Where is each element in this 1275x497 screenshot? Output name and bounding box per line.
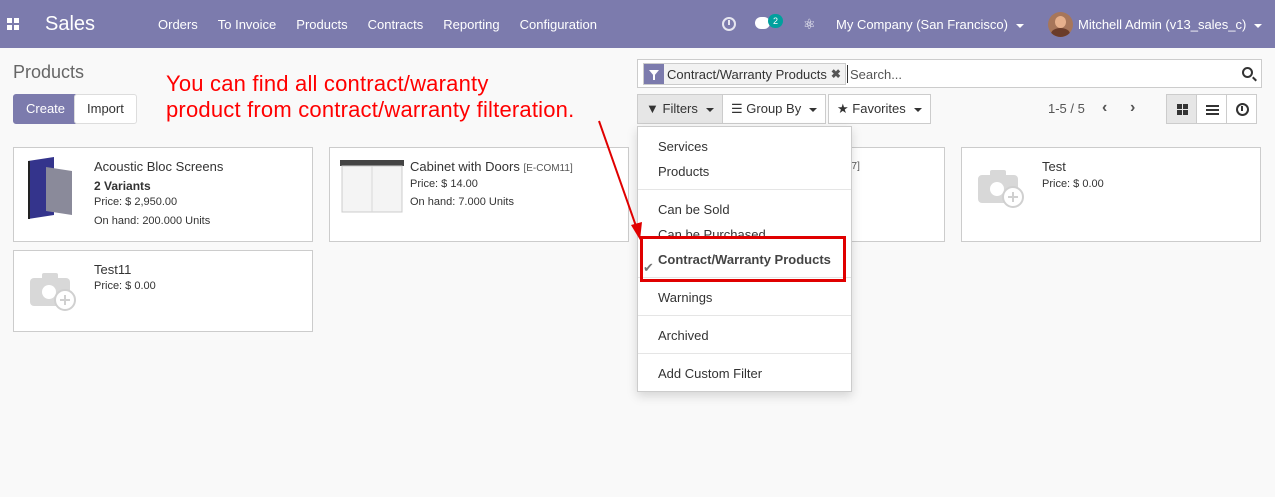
card-title: Acoustic Bloc Screens (94, 159, 224, 174)
favorites-button[interactable]: ★ Favorites (828, 94, 931, 124)
card-on-hand: On hand: 7.000 Units (410, 196, 514, 208)
highlight-box (640, 236, 846, 282)
product-card[interactable]: Acoustic Bloc Screens 2 Variants Price: … (13, 147, 313, 242)
clock-icon (1236, 103, 1249, 116)
chat-badge: 2 (768, 14, 784, 28)
bars-icon: ☰ (731, 101, 743, 116)
company-name: My Company (San Francisco) (836, 17, 1008, 32)
create-button[interactable]: Create (13, 94, 79, 124)
card-on-hand: On hand: 200.000 Units (94, 215, 211, 227)
menu-reporting[interactable]: Reporting (433, 0, 509, 48)
search-input[interactable] (847, 65, 1227, 83)
top-navbar: Sales Orders To Invoice Products Contrac… (0, 0, 1275, 48)
menu-configuration[interactable]: Configuration (510, 0, 607, 48)
filter-icon: ▼ (646, 101, 659, 116)
chevron-down-icon (705, 107, 714, 112)
card-title: Test11 (94, 262, 132, 277)
search-facet[interactable]: Contract/Warranty Products ✖ (643, 63, 846, 85)
view-switcher (1166, 94, 1257, 124)
menu-to-invoice[interactable]: To Invoice (208, 0, 287, 48)
card-price: Price: $ 0.00 (94, 280, 156, 292)
facet-label: Contract/Warranty Products (667, 66, 827, 82)
menu-products[interactable]: Products (286, 0, 357, 48)
filter-can-be-sold[interactable]: Can be Sold (658, 202, 730, 217)
card-reference: [E-COM11] (523, 163, 573, 174)
chevron-down-icon (1015, 23, 1024, 28)
product-image (28, 157, 72, 219)
company-switcher[interactable]: My Company (San Francisco) (836, 0, 1024, 48)
filters-button[interactable]: ▼ Filters (637, 94, 723, 124)
divider (638, 353, 851, 354)
user-name: Mitchell Admin (v13_sales_c) (1078, 17, 1247, 32)
main-menu: Orders To Invoice Products Contracts Rep… (148, 0, 607, 48)
annotation-line-1: You can find all contract/waranty (166, 71, 489, 96)
user-menu[interactable]: Mitchell Admin (v13_sales_c) (1078, 0, 1263, 48)
product-card[interactable]: Test Price: $ 0.00 (961, 147, 1261, 242)
menu-orders[interactable]: Orders (148, 0, 208, 48)
star-icon: ★ (837, 101, 849, 116)
card-price: Price: $ 14.00 (410, 178, 478, 190)
search-bar: Contract/Warranty Products ✖ (637, 59, 1262, 88)
annotation-line-2: product from contract/warranty filterati… (166, 97, 575, 122)
filter-products[interactable]: Products (658, 164, 709, 179)
card-title: Test (1042, 159, 1066, 174)
card-price: Price: $ 0.00 (1042, 178, 1104, 190)
chevron-right-icon[interactable]: › (1130, 100, 1135, 116)
chevron-left-icon[interactable]: ‹ (1102, 100, 1107, 116)
product-card[interactable]: Test11 Price: $ 0.00 (13, 250, 313, 332)
list-view-button[interactable] (1196, 94, 1227, 124)
group-by-label: Group By (746, 101, 802, 116)
filter-warnings[interactable]: Warnings (658, 290, 712, 305)
chevron-down-icon (809, 107, 818, 112)
filters-label: Filters (662, 101, 698, 116)
breadcrumb: Products (13, 62, 85, 82)
app-name[interactable]: Sales (45, 13, 95, 36)
group-by-button[interactable]: ☰ Group By (722, 94, 827, 124)
card-title-text: Cabinet with Doors (410, 159, 520, 174)
activity-clock-icon[interactable] (722, 17, 736, 31)
filter-services[interactable]: Services (658, 139, 708, 154)
import-button[interactable]: Import (74, 94, 137, 124)
placeholder-camera-icon (30, 271, 78, 311)
filter-icon (644, 64, 664, 84)
menu-contracts[interactable]: Contracts (358, 0, 434, 48)
avatar[interactable] (1048, 12, 1073, 37)
divider (638, 315, 851, 316)
list-icon (1206, 105, 1219, 115)
activity-view-button[interactable] (1226, 94, 1257, 124)
kanban-view-button[interactable] (1166, 94, 1197, 124)
apps-menu-icon[interactable] (7, 18, 20, 31)
filter-archived[interactable]: Archived (658, 328, 709, 343)
placeholder-camera-icon (978, 168, 1026, 208)
bug-icon[interactable]: ⚛ (803, 15, 816, 33)
close-icon[interactable]: ✖ (831, 67, 845, 81)
product-card[interactable]: Cabinet with Doors [E-COM11] Price: $ 14… (329, 147, 629, 242)
card-title: Cabinet with Doors [E-COM11] (410, 159, 573, 174)
card-price: Price: $ 2,950.00 (94, 196, 178, 208)
add-custom-filter[interactable]: Add Custom Filter (658, 366, 762, 381)
kanban-icon (1177, 104, 1188, 115)
product-image (340, 160, 404, 213)
search-icon[interactable] (1242, 67, 1253, 78)
annotation-text: You can find all contract/waranty produc… (166, 71, 574, 123)
divider (638, 189, 851, 190)
chevron-down-icon (913, 107, 922, 112)
chevron-down-icon (1254, 23, 1263, 28)
card-variants: 2 Variants (94, 179, 151, 193)
pager-value[interactable]: 1-5 / 5 (1048, 101, 1085, 116)
favorites-label: Favorites (852, 101, 906, 116)
